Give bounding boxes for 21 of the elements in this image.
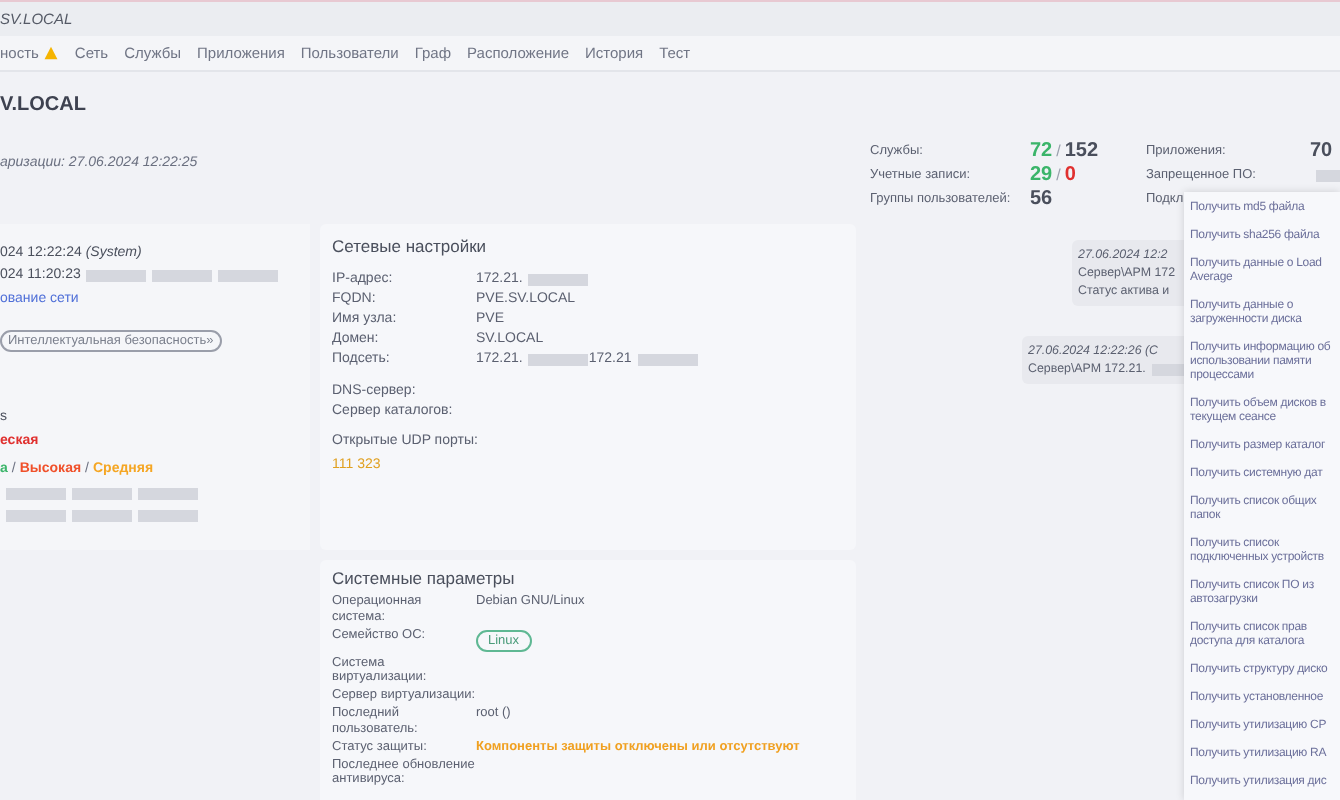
host-title: V.LOCAL bbox=[0, 92, 88, 120]
redacted-block bbox=[72, 488, 132, 501]
stat-value: 72 bbox=[1030, 142, 1053, 162]
card-title: Сетевые настройки bbox=[332, 234, 489, 260]
redacted-block bbox=[72, 510, 132, 523]
stat-value: 56 bbox=[1030, 190, 1053, 210]
redacted-block bbox=[637, 353, 698, 366]
redacted-block bbox=[528, 353, 589, 366]
stat-value: / bbox=[1056, 144, 1061, 160]
redacted-block bbox=[138, 488, 198, 501]
stat-value: 29 bbox=[1030, 166, 1053, 186]
stat-value: 152 bbox=[1064, 142, 1099, 162]
stat-value: / bbox=[1056, 168, 1061, 184]
stat-value: 70 bbox=[1310, 142, 1333, 162]
stat-value: 0 bbox=[1064, 166, 1076, 186]
redacted-block bbox=[218, 270, 279, 282]
redacted-block bbox=[152, 270, 213, 282]
card-title: Системные параметры bbox=[332, 568, 517, 588]
redacted-block bbox=[528, 273, 589, 286]
redacted-block bbox=[1316, 170, 1340, 182]
redacted-block bbox=[138, 510, 198, 523]
